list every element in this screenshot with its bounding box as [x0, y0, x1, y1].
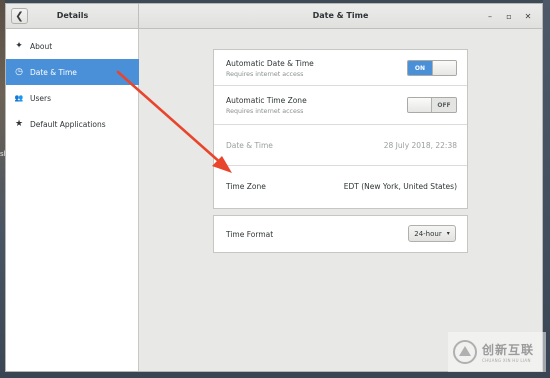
sidebar-item-date-time[interactable]: ◷ Date & Time — [6, 59, 139, 85]
back-button[interactable]: ❮ — [11, 8, 28, 24]
time-zone-row[interactable]: Time Zone EDT (New York, United States) — [214, 166, 467, 208]
date-time-settings-panel: Automatic Date & Time Requires internet … — [213, 49, 468, 209]
chevron-left-icon: ❮ — [15, 10, 24, 22]
date-time-value: 28 July 2018, 22:38 — [383, 141, 457, 150]
clock-icon: ◷ — [15, 67, 23, 77]
star-plus-icon: ✦ — [15, 41, 23, 51]
auto-datetime-switch[interactable]: ON — [407, 60, 457, 76]
header-bar: Details ❮ Date & Time – ▫ ✕ — [6, 4, 542, 29]
sidebar-item-about[interactable]: ✦ About — [6, 33, 139, 59]
sidebar-item-label: Users — [30, 93, 52, 103]
sidebar-item-label: About — [30, 41, 53, 51]
maximize-button[interactable]: ▫ — [503, 10, 515, 22]
minimize-icon: – — [488, 11, 492, 21]
switch-state-label: ON — [408, 61, 432, 75]
date-time-row: Date & Time 28 July 2018, 22:38 — [214, 125, 467, 166]
settings-window: Details ❮ Date & Time – ▫ ✕ ✦ About ◷ Da… — [5, 3, 543, 372]
time-format-row: Time Format 24-hour ▾ — [214, 216, 467, 252]
auto-datetime-row: Automatic Date & Time Requires internet … — [214, 50, 467, 86]
switch-knob — [408, 98, 433, 112]
sidebar-item-label: Date & Time — [30, 67, 77, 77]
time-format-dropdown[interactable]: 24-hour ▾ — [408, 225, 456, 242]
page-title: Date & Time — [312, 11, 369, 20]
time-zone-value: EDT (New York, United States) — [343, 182, 457, 191]
sidebar-item-label: Default Applications — [30, 119, 106, 129]
auto-datetime-subtitle: Requires internet access — [226, 71, 304, 78]
maximize-icon: ▫ — [506, 11, 512, 21]
auto-timezone-subtitle: Requires internet access — [226, 108, 304, 115]
desktop-background-bottom — [0, 372, 550, 378]
switch-knob — [431, 61, 456, 75]
minimize-button[interactable]: – — [484, 10, 496, 22]
time-zone-title: Time Zone — [226, 182, 266, 191]
star-icon: ★ — [14, 119, 24, 129]
sidebar-item-users[interactable]: 👥 Users — [6, 85, 139, 111]
watermark-brand-en: CHUANG XIN HU LIAN — [482, 358, 531, 363]
auto-datetime-title: Automatic Date & Time — [226, 59, 314, 68]
main-content: Automatic Date & Time Requires internet … — [140, 29, 542, 371]
close-icon: ✕ — [524, 11, 532, 21]
date-time-title: Date & Time — [226, 141, 273, 150]
time-format-title: Time Format — [226, 230, 274, 239]
time-format-value: 24-hour — [414, 229, 442, 238]
chevron-down-icon: ▾ — [446, 230, 450, 237]
users-icon: 👥 — [14, 94, 24, 102]
sidebar: ✦ About ◷ Date & Time 👥 Users ★ Default … — [6, 29, 139, 371]
time-format-panel: Time Format 24-hour ▾ — [213, 215, 468, 253]
watermark-logo-icon — [453, 340, 477, 364]
sidebar-item-default-applications[interactable]: ★ Default Applications — [6, 111, 139, 137]
auto-timezone-switch[interactable]: OFF — [407, 97, 457, 113]
auto-timezone-row: Automatic Time Zone Requires internet ac… — [214, 86, 467, 125]
close-button[interactable]: ✕ — [522, 10, 534, 22]
switch-state-label: OFF — [432, 98, 456, 112]
header-left-section: Details ❮ — [6, 4, 139, 29]
watermark-text: 创新互联 CHUANG XIN HU LIAN — [482, 341, 534, 363]
auto-timezone-title: Automatic Time Zone — [226, 96, 307, 105]
watermark-brand-cn: 创新互联 — [482, 343, 535, 357]
watermark: 创新互联 CHUANG XIN HU LIAN — [448, 332, 546, 372]
desktop-background-right — [543, 0, 550, 378]
